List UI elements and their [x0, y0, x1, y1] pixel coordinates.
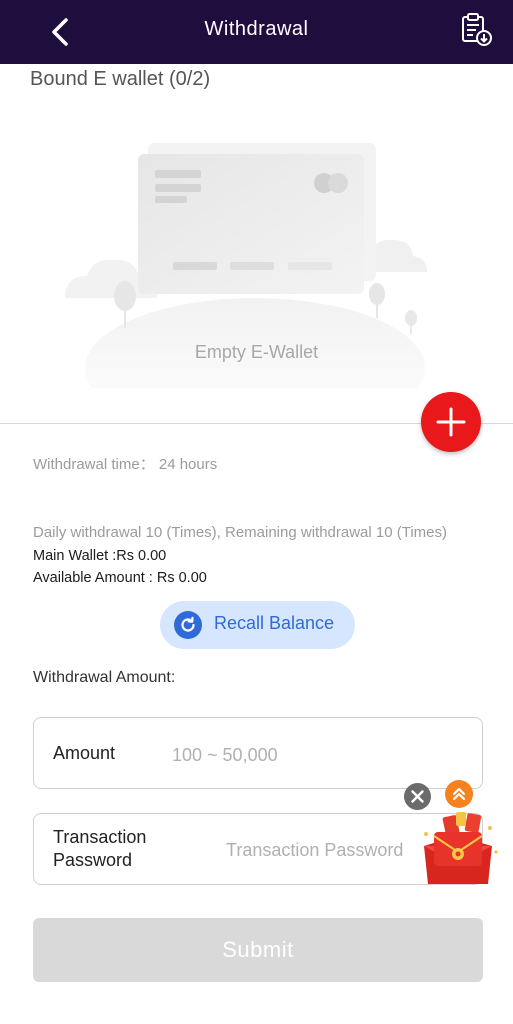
transaction-password-label-line2: Password: [53, 850, 133, 870]
plus-icon: [436, 407, 466, 437]
daily-limit-text: Daily withdrawal 10 (Times), Remaining w…: [33, 524, 448, 541]
amount-label: Amount: [53, 743, 116, 763]
clipboard-download-icon: [462, 13, 492, 46]
red-envelope-gift-icon[interactable]: [416, 812, 500, 888]
transaction-password-label-line1: Transaction: [53, 827, 147, 847]
add-wallet-button[interactable]: [421, 392, 481, 452]
withdrawal-record-button[interactable]: [459, 12, 495, 48]
recall-balance-button[interactable]: Recall Balance: [160, 601, 355, 649]
top-app-bar: Withdrawal: [0, 0, 513, 64]
page-title: Withdrawal: [204, 18, 309, 40]
withdrawal-time-text: Withdrawal time： 24 hours: [33, 456, 218, 473]
transaction-password-input[interactable]: [224, 835, 428, 865]
recall-balance-label: Recall Balance: [214, 613, 335, 633]
close-icon: [411, 790, 424, 803]
main-wallet-text: Main Wallet :Rs 0.00: [33, 548, 167, 564]
available-amount-text: Available Amount : Rs 0.00: [33, 570, 207, 586]
empty-wallet-label: Empty E-Wallet: [194, 342, 319, 362]
withdrawal-page: Withdrawal Bound E wallet (0/2) Empty E-…: [0, 0, 513, 1024]
amount-input[interactable]: [170, 740, 464, 770]
refresh-icon: [174, 611, 202, 639]
withdrawal-amount-heading: Withdrawal Amount:: [33, 669, 176, 686]
submit-button[interactable]: Submit: [33, 918, 483, 982]
expand-promo-button[interactable]: [445, 780, 473, 808]
bound-wallet-title: Bound E wallet (0/2): [30, 68, 211, 90]
transaction-password-label: Transaction Password: [53, 826, 146, 872]
double-chevron-up-icon: [452, 787, 466, 801]
close-promo-button[interactable]: [404, 783, 431, 810]
amount-field: Amount: [33, 717, 483, 789]
